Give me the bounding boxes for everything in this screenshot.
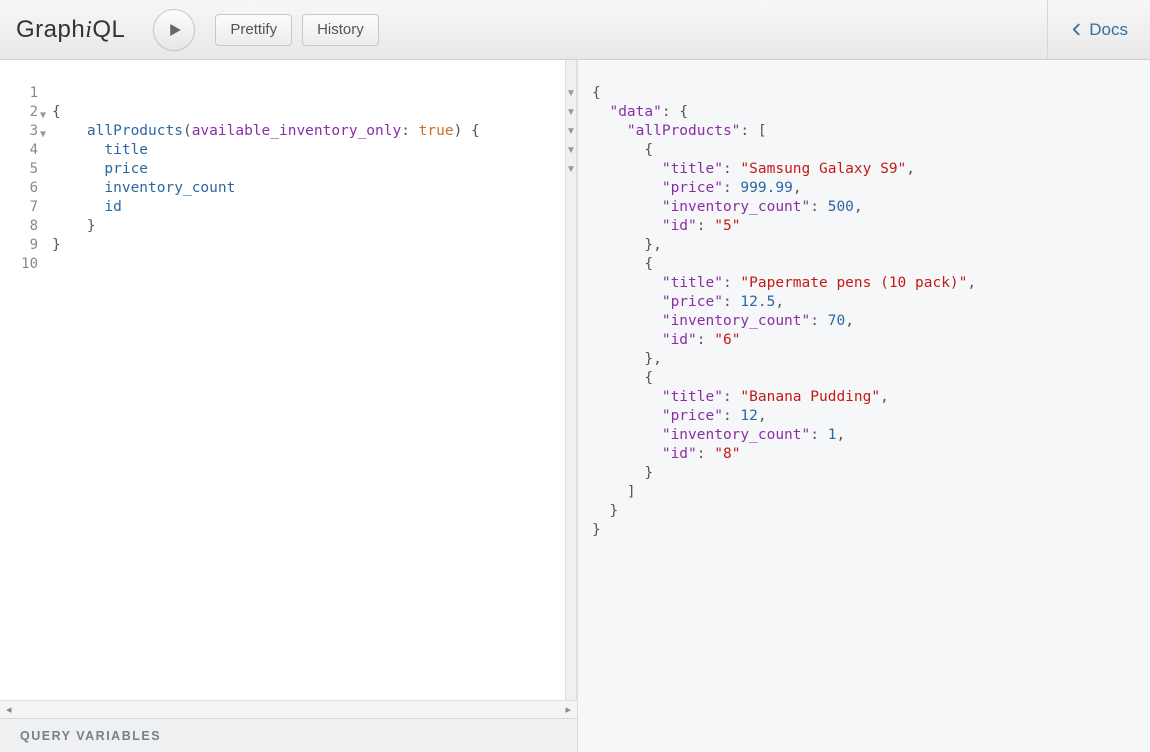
query-variables-bar[interactable]: QUERY VARIABLES [0,718,577,752]
query-code[interactable]: { allProducts(available_inventory_only: … [48,60,565,700]
scroll-left-icon[interactable]: ◂ [6,703,12,716]
logo-text-post: QL [92,16,125,43]
history-button[interactable]: History [302,14,379,46]
docs-button[interactable]: Docs [1047,0,1150,59]
docs-label: Docs [1089,20,1128,40]
chevron-left-icon [1070,23,1083,36]
horizontal-scrollbar[interactable]: ◂ ▸ [0,700,577,718]
result-pane[interactable]: { "data": { "allProducts": [ { "title": … [578,60,1150,752]
fold-strip[interactable]: ▼▼▼▼▼ [565,60,577,700]
execute-button[interactable] [153,9,195,51]
query-editor-pane: 12▼3▼45678910 { allProducts(available_in… [0,60,578,752]
workspace: 12▼3▼45678910 { allProducts(available_in… [0,60,1150,752]
topbar: GraphiQL Prettify History Docs [0,0,1150,60]
line-gutter: 12▼3▼45678910 [0,60,48,700]
scroll-right-icon[interactable]: ▸ [565,703,571,716]
logo-text-pre: Graph [16,16,85,43]
result-json: { "data": { "allProducts": [ { "title": … [592,84,1150,540]
play-icon [165,21,183,39]
query-editor[interactable]: 12▼3▼45678910 { allProducts(available_in… [0,60,577,700]
app-logo: GraphiQL [16,16,125,44]
prettify-button[interactable]: Prettify [215,14,292,46]
